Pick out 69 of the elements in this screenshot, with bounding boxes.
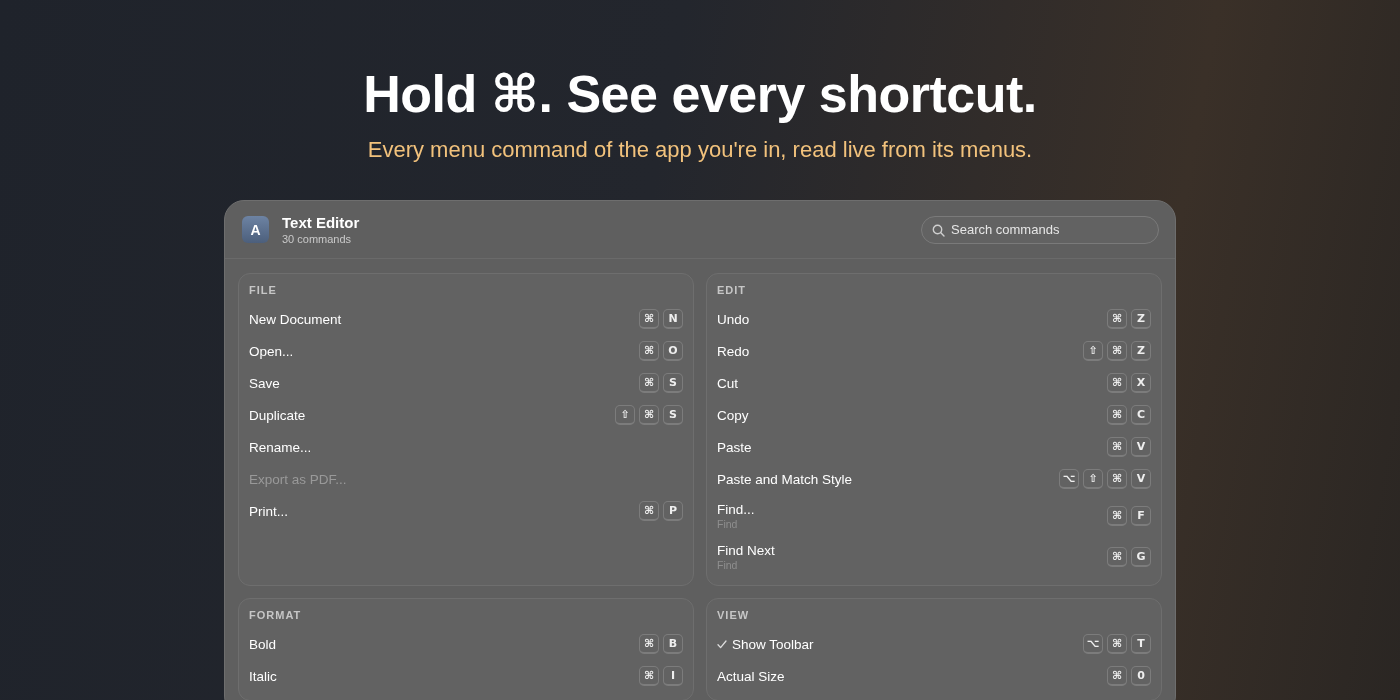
keycap: ⌘	[1107, 341, 1127, 361]
keycap: ⇧	[615, 405, 635, 425]
keycap: B	[663, 634, 683, 654]
keycap: ⌘	[639, 341, 659, 361]
keycap: ⌘	[1107, 373, 1127, 393]
menu-command[interactable]: New Document	[249, 310, 342, 328]
menu-command[interactable]: Find Next	[717, 542, 775, 559]
keycap: ⌥	[1059, 469, 1079, 489]
app-name: Text Editor	[282, 213, 361, 232]
menu-command[interactable]: Italic	[249, 667, 277, 685]
keycap: ⌘	[1107, 437, 1127, 457]
keycap: O	[663, 341, 683, 361]
keycap: ⌘	[1107, 309, 1127, 329]
keycap: ⌘	[1107, 546, 1127, 567]
menu-command[interactable]: Bold	[249, 635, 277, 653]
keycap: ⌘	[1107, 469, 1127, 489]
search-icon	[932, 223, 945, 237]
section-heading: FORMAT	[249, 608, 303, 622]
keycap: N	[663, 309, 683, 329]
checkmark-icon	[717, 639, 727, 649]
keycap: ⌘	[639, 309, 659, 329]
keycap: G	[1131, 546, 1151, 567]
section-heading: FILE	[249, 283, 278, 297]
keycap: ⇧	[1083, 341, 1103, 361]
keycap: ⌘	[639, 405, 659, 425]
keycap: 0	[1131, 666, 1151, 686]
menu-command[interactable]: Actual Size	[717, 667, 785, 685]
keycap: ⌘	[1107, 666, 1127, 686]
keycap: S	[663, 405, 683, 425]
command-count: 30 commands	[282, 231, 353, 246]
menu-command[interactable]: Undo	[717, 310, 750, 328]
keycap: ⌘	[639, 501, 659, 521]
keycap: ⌘	[1107, 505, 1127, 526]
keycap: T	[1131, 634, 1151, 654]
menu-command[interactable]: Redo	[717, 342, 750, 360]
keycap: ⌘	[639, 373, 659, 393]
keycap: ⌥	[1083, 634, 1103, 654]
subheadline: Every menu command of the app you're in, read live from its menus.	[367, 136, 1033, 164]
keycap: X	[1131, 373, 1151, 393]
keycap: P	[663, 501, 683, 521]
keycap: Z	[1131, 341, 1151, 361]
keycap: C	[1131, 405, 1151, 425]
menu-command[interactable]: Print...	[249, 502, 288, 520]
headline: Hold ⌘. See every shortcut.	[363, 64, 1037, 125]
app-icon: A	[242, 216, 269, 243]
menu-command[interactable]: Save	[249, 374, 280, 392]
keycap: ⌘	[639, 666, 659, 686]
section-heading: VIEW	[717, 608, 751, 622]
keycap: ⌘	[1107, 405, 1127, 425]
menu-command[interactable]: Cut	[717, 374, 738, 392]
section-heading: EDIT	[717, 283, 748, 297]
search-field[interactable]: Search commands	[921, 215, 1159, 244]
keycap: ⌘	[1107, 634, 1127, 654]
menu-command[interactable]: Paste and Match Style	[717, 470, 853, 488]
keycap: V	[1131, 437, 1151, 457]
keycap: I	[663, 666, 683, 686]
menu-command[interactable]: Open...	[249, 342, 294, 360]
keycap: Z	[1131, 309, 1151, 329]
menu-command[interactable]: Paste	[717, 438, 752, 456]
menu-command[interactable]: Rename...	[249, 438, 312, 456]
menu-command[interactable]: Copy	[717, 406, 749, 424]
keycap: ⇧	[1083, 469, 1103, 489]
menu-command[interactable]: Show Toolbar	[717, 635, 814, 653]
keycap: S	[663, 373, 683, 393]
keycap: F	[1131, 505, 1151, 526]
menu-command[interactable]: Duplicate	[249, 406, 306, 424]
keycap: V	[1131, 469, 1151, 489]
menu-command[interactable]: Find...	[717, 501, 755, 518]
keycap: ⌘	[639, 634, 659, 654]
